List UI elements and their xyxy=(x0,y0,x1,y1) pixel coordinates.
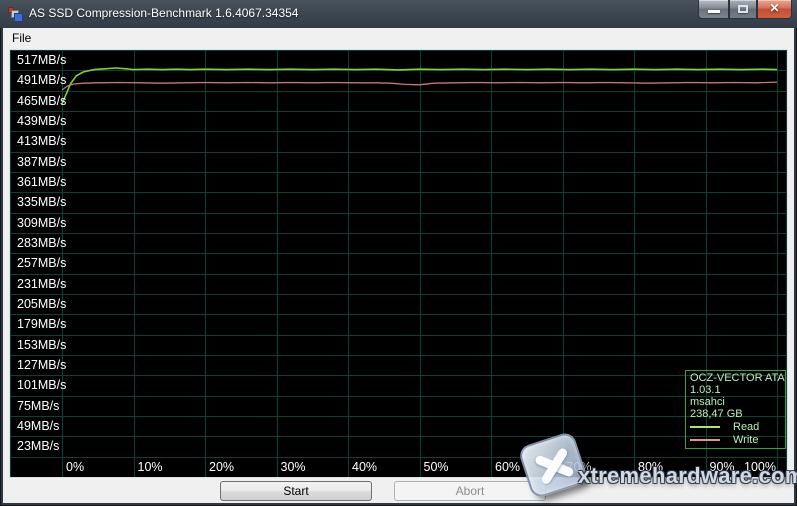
minimize-icon xyxy=(708,10,720,13)
y-axis-label: 491MB/s xyxy=(17,70,66,90)
x-axis-label: 30% xyxy=(281,457,306,477)
maximize-icon xyxy=(738,5,748,13)
y-axis-label: 283MB/s xyxy=(17,233,66,253)
benchmark-chart xyxy=(10,50,787,477)
chart-legend: OCZ-VECTOR ATA 1.03.1 msahci 238,47 GB R… xyxy=(685,370,786,449)
legend-write-row: Write xyxy=(690,433,785,446)
app-icon xyxy=(8,7,23,22)
menu-bar: File xyxy=(3,28,794,48)
legend-capacity: 238,47 GB xyxy=(690,408,785,420)
read-line xyxy=(62,68,777,104)
legend-device-name: OCZ-VECTOR ATA xyxy=(690,372,785,384)
read-line-swatch xyxy=(690,426,720,428)
legend-write-label: Write xyxy=(733,434,758,446)
x-axis-label: 100% xyxy=(744,457,776,477)
x-axis-label: 40% xyxy=(352,457,377,477)
chart-panel: 517MB/s491MB/s465MB/s439MB/s413MB/s387MB… xyxy=(10,50,787,477)
y-axis-label: 23MB/s xyxy=(17,436,59,456)
x-axis-label: 20% xyxy=(209,457,234,477)
app-window: AS SSD Compression-Benchmark 1.6.4067.34… xyxy=(0,0,797,506)
start-button[interactable]: Start xyxy=(220,481,372,501)
write-line-swatch xyxy=(690,439,720,441)
y-axis-label: 231MB/s xyxy=(17,274,66,294)
y-axis-label: 127MB/s xyxy=(17,355,66,375)
y-axis-label: 101MB/s xyxy=(17,375,66,395)
x-axis-label: 80% xyxy=(638,457,663,477)
y-axis-label: 361MB/s xyxy=(17,172,66,192)
legend-read-label: Read xyxy=(733,421,759,433)
y-axis-label: 49MB/s xyxy=(17,416,59,436)
abort-button[interactable]: Abort xyxy=(394,481,546,501)
write-line xyxy=(62,82,777,90)
legend-firmware: 1.03.1 xyxy=(690,384,785,396)
legend-driver: msahci xyxy=(690,396,785,408)
x-axis-label: 50% xyxy=(424,457,449,477)
y-axis-label: 413MB/s xyxy=(17,131,66,151)
x-axis-label: 0% xyxy=(66,457,84,477)
y-axis-label: 335MB/s xyxy=(17,192,66,212)
y-axis-label: 179MB/s xyxy=(17,314,66,334)
y-axis-label: 309MB/s xyxy=(17,213,66,233)
close-button[interactable]: ✕ xyxy=(757,0,792,19)
x-axis-label: 60% xyxy=(495,457,520,477)
window-title: AS SSD Compression-Benchmark 1.6.4067.34… xyxy=(29,6,298,20)
y-axis-label: 387MB/s xyxy=(17,152,66,172)
y-axis-label: 205MB/s xyxy=(17,294,66,314)
title-bar: AS SSD Compression-Benchmark 1.6.4067.34… xyxy=(0,0,797,28)
x-axis-label: 90% xyxy=(710,457,735,477)
y-axis-label: 517MB/s xyxy=(17,50,66,70)
y-axis-label: 257MB/s xyxy=(17,253,66,273)
y-axis-label: 439MB/s xyxy=(17,111,66,131)
x-axis-label: 10% xyxy=(138,457,163,477)
maximize-button[interactable] xyxy=(729,0,757,19)
x-axis-label: 70% xyxy=(567,457,592,477)
y-axis-label: 75MB/s xyxy=(17,396,59,416)
legend-read-row: Read xyxy=(690,420,785,433)
y-axis-label: 465MB/s xyxy=(17,91,66,111)
y-axis-label: 153MB/s xyxy=(17,335,66,355)
menu-item-file[interactable]: File xyxy=(3,28,40,48)
minimize-button[interactable] xyxy=(698,0,729,19)
close-icon: ✕ xyxy=(758,0,791,17)
chart-grid xyxy=(10,50,787,477)
